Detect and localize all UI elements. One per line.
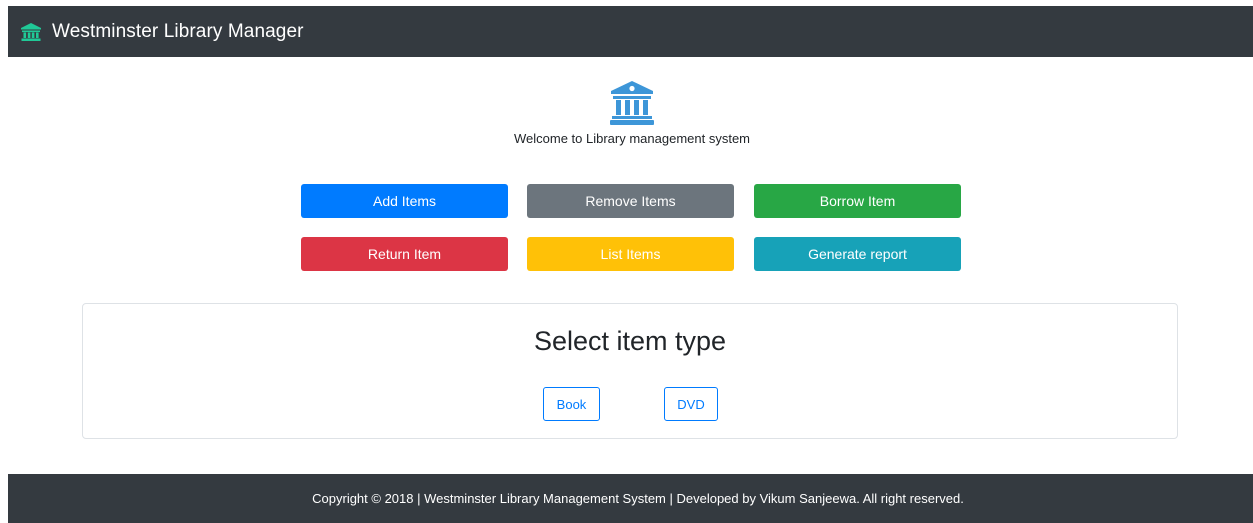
footer-copyright: Copyright © 2018 | Westminster Library M… <box>312 491 964 506</box>
add-items-button[interactable]: Add Items <box>301 184 508 218</box>
card-title: Select item type <box>533 326 727 356</box>
generate-report-button[interactable]: Generate report <box>754 237 961 271</box>
book-button[interactable]: Book <box>543 387 600 421</box>
borrow-item-button[interactable]: Borrow Item <box>754 184 961 218</box>
bank-icon[interactable] <box>20 22 42 42</box>
brand-title[interactable]: Westminster Library Manager <box>52 21 304 43</box>
dvd-button[interactable]: DVD <box>664 387 718 421</box>
item-type-card: Select item type Book DVD <box>82 303 1178 439</box>
footer: Copyright © 2018 | Westminster Library M… <box>8 474 1253 523</box>
welcome-text: Welcome to Library management system <box>513 131 751 146</box>
remove-items-button[interactable]: Remove Items <box>527 184 734 218</box>
navbar: Westminster Library Manager <box>8 6 1253 57</box>
return-item-button[interactable]: Return Item <box>301 237 508 271</box>
bank-icon <box>609 80 655 126</box>
list-items-button[interactable]: List Items <box>527 237 734 271</box>
